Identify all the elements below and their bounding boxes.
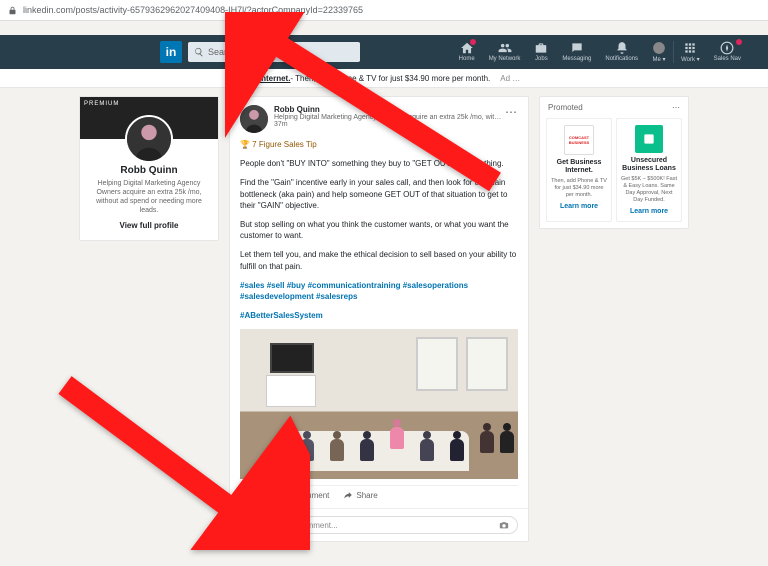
promo-banner[interactable]: ss Internet. - Then, add Phone & TV for … — [0, 69, 768, 88]
nav-messaging[interactable]: Messaging — [555, 41, 598, 63]
comment-row: 360 Add a comment... — [230, 508, 528, 541]
like-icon — [240, 490, 250, 500]
post-tip: 🏆 7 Figure Sales Tip — [240, 139, 518, 150]
premium-badge: PREMIUM — [84, 101, 119, 107]
linkedin-logo[interactable]: in — [160, 41, 182, 63]
promo-logo-2 — [635, 125, 663, 153]
post-body: 🏆 7 Figure Sales Tip People don't "BUY I… — [240, 139, 518, 321]
ad-label: Ad … — [500, 74, 520, 83]
post-author[interactable]: Robb Quinn — [274, 105, 505, 114]
search-placeholder: Search — [208, 47, 237, 57]
view-profile-link[interactable]: View full profile — [88, 221, 210, 230]
search-input[interactable]: Search — [188, 42, 360, 62]
promo-item-1[interactable]: COMCAST BUSINESS Get Business Internet. … — [546, 118, 612, 222]
promo-logo-1: COMCAST BUSINESS — [564, 125, 594, 155]
nav-network[interactable]: My Network — [482, 41, 528, 63]
search-icon — [194, 47, 204, 57]
compass-icon — [720, 41, 734, 55]
post-time: 37m — [274, 121, 505, 128]
nav-notifications[interactable]: Notifications — [598, 41, 645, 63]
nav-home[interactable]: Home — [452, 41, 482, 63]
profile-desc: Helping Digital Marketing Agency Owners … — [88, 179, 210, 215]
nav-work[interactable]: Work ▾ — [673, 41, 707, 63]
network-icon — [498, 41, 512, 55]
nav-items: Home My Network Jobs Messaging Notificat… — [452, 41, 748, 63]
promo-item-2[interactable]: Unsecured Business Loans Get $5K – $500K… — [616, 118, 682, 222]
share-button[interactable]: Share — [343, 490, 377, 500]
post-image[interactable] — [240, 329, 518, 479]
comment-input[interactable]: Add a comment... — [266, 516, 518, 534]
avatar[interactable] — [125, 115, 173, 163]
promoted-menu[interactable]: ⋯ — [672, 103, 680, 112]
promo-cta-2[interactable]: Learn more — [621, 208, 677, 215]
post-card: Robb Quinn Helping Digital Marketing Age… — [229, 96, 529, 542]
nav-me[interactable]: Me ▾ — [645, 41, 673, 63]
post-hashtag[interactable]: #ABetterSalesSystem — [240, 310, 518, 321]
post-subtitle: Helping Digital Marketing Agency Owners … — [274, 114, 505, 121]
comment-button[interactable]: Comment — [282, 490, 330, 500]
bell-icon — [615, 41, 629, 55]
grid-icon — [683, 41, 697, 55]
profile-name: Robb Quinn — [88, 165, 210, 176]
comment-avatar[interactable]: 360 — [240, 515, 260, 535]
avatar-icon — [652, 41, 666, 55]
camera-icon[interactable] — [499, 520, 509, 530]
nav-salesnav[interactable]: Sales Nav — [707, 41, 748, 63]
comment-icon — [282, 490, 292, 500]
like-button[interactable]: Like — [240, 490, 268, 500]
messaging-icon — [570, 41, 584, 55]
post-actions: Like Comment Share — [240, 485, 518, 500]
post-tags[interactable]: #sales #sell #buy #communicationtraining… — [240, 280, 518, 302]
profile-card: PREMIUM Robb Quinn Helping Digital Marke… — [79, 96, 219, 241]
promo-cta-1[interactable]: Learn more — [551, 203, 607, 210]
share-icon — [343, 490, 353, 500]
url-bar[interactable]: linkedin.com/posts/activity-657936296202… — [0, 0, 768, 21]
jobs-icon — [534, 41, 548, 55]
post-avatar[interactable] — [240, 105, 268, 133]
lock-icon — [8, 6, 17, 15]
top-nav: in Search Home My Network Jobs Messaging… — [0, 35, 768, 69]
post-menu[interactable]: ⋯ — [505, 105, 518, 119]
promoted-card: Promoted ⋯ COMCAST BUSINESS Get Business… — [539, 96, 689, 229]
url-text: linkedin.com/posts/activity-657936296202… — [23, 5, 363, 15]
nav-jobs[interactable]: Jobs — [527, 41, 555, 63]
promoted-title: Promoted — [548, 103, 583, 112]
